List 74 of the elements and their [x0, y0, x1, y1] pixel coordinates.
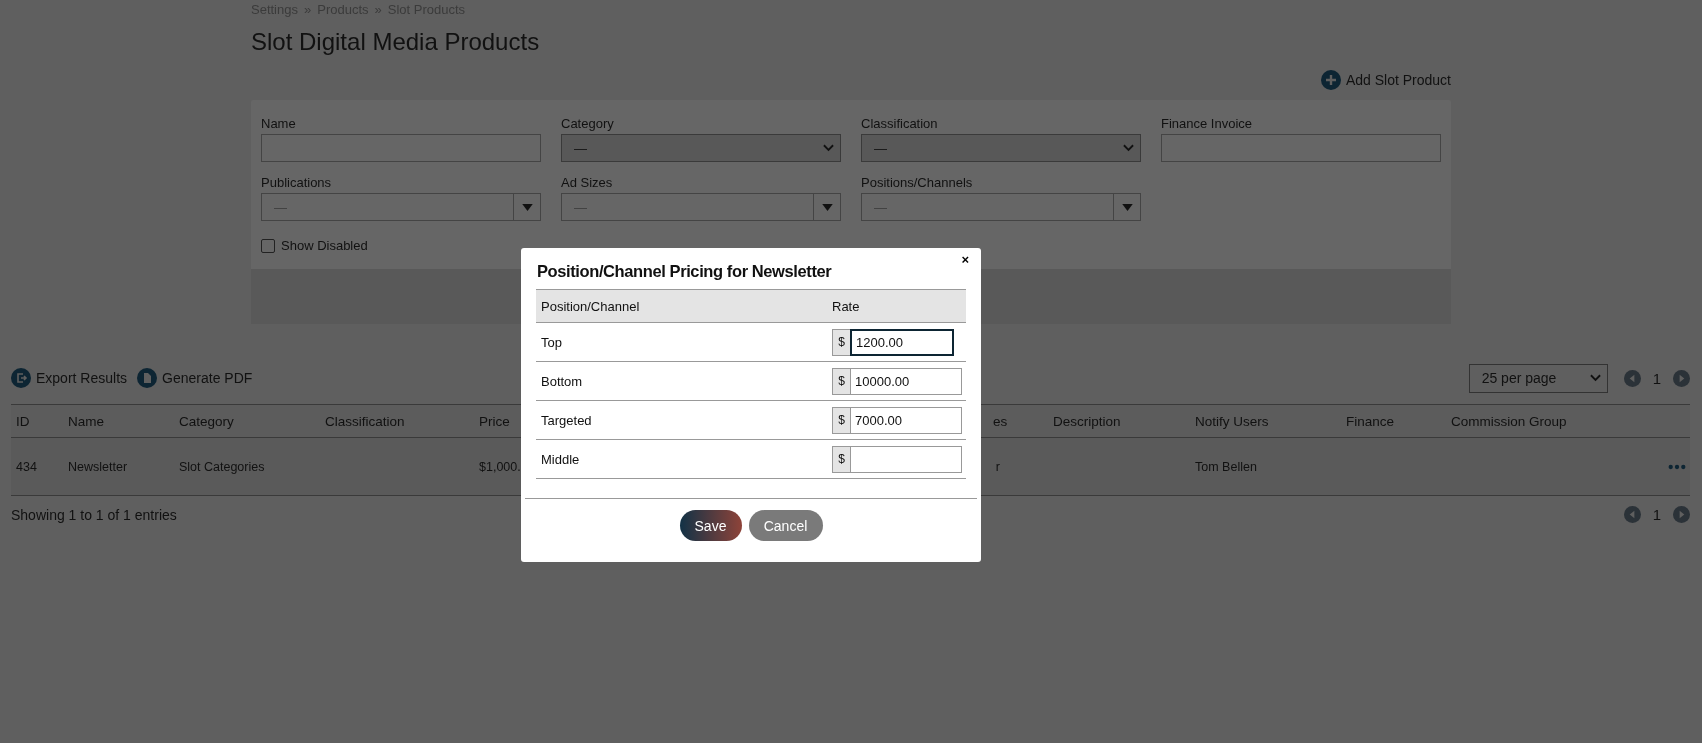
caret-icon: [1121, 203, 1133, 211]
field-label: Ad Sizes: [561, 175, 614, 190]
currency-addon: $: [832, 445, 850, 473]
field-label: Classification: [861, 116, 939, 131]
column-header: Price: [478, 413, 511, 429]
text-field[interactable]: [1161, 134, 1441, 162]
position-label: Top: [540, 334, 563, 350]
dropdown[interactable]: —: [561, 134, 841, 162]
rate-field[interactable]: 1200.00: [850, 328, 954, 356]
table-cell-text: 434: [15, 459, 38, 474]
text-field[interactable]: [261, 134, 541, 162]
export-icon: [11, 368, 31, 388]
breadcrumb-separator: »: [374, 2, 382, 18]
checkbox[interactable]: [261, 238, 275, 253]
table-cell-text: r: [994, 459, 1001, 474]
chevron-down-icon: [1589, 374, 1601, 382]
multiselect-field[interactable]: —: [561, 193, 841, 221]
column-header: es: [992, 413, 1009, 429]
per-page-dropdown[interactable]: 25 per page: [1468, 363, 1608, 393]
position-label: Targeted: [540, 412, 593, 428]
table-cell-text: Newsletter: [67, 459, 129, 474]
rate-field[interactable]: 7000.00: [850, 406, 962, 434]
column-header: Category: [178, 413, 235, 429]
field-label: Finance Invoice: [1161, 116, 1254, 131]
column-header: Position/Channel: [540, 298, 641, 314]
column-header: Rate: [831, 298, 860, 314]
page-number[interactable]: 1: [1650, 369, 1663, 387]
next-page-icon[interactable]: [1673, 506, 1690, 523]
export-results-button[interactable]: Export Results: [11, 368, 128, 388]
multiselect-field[interactable]: —: [861, 193, 1141, 221]
table-cell-text: Slot Categories: [178, 459, 266, 474]
field-label: Category: [561, 116, 615, 131]
previous-page-icon[interactable]: [1623, 506, 1641, 523]
save-button[interactable]: Save: [679, 510, 742, 541]
column-header: Name: [67, 413, 105, 429]
multiselect-field[interactable]: —: [261, 193, 541, 221]
next-page-icon[interactable]: [1673, 369, 1690, 387]
table-cell-text: $1,000.: [478, 459, 520, 474]
caret-icon: [521, 203, 533, 211]
column-header: Classification: [324, 413, 406, 429]
more-options-icon[interactable]: [1668, 463, 1686, 470]
previous-page-icon[interactable]: [1623, 369, 1641, 387]
document-icon: [137, 368, 158, 388]
position-label: Bottom: [540, 373, 584, 389]
chevron-down-icon: [823, 144, 834, 152]
breadcrumb-separator: »: [304, 2, 312, 18]
generate-pdf-button[interactable]: Generate PDF: [137, 368, 253, 388]
position-label: Middle: [540, 451, 581, 467]
plus-circle-icon: [1320, 70, 1341, 90]
page-title: Slot Digital Media Products: [251, 28, 541, 56]
column-header: Commission Group: [1450, 413, 1568, 429]
rate-field[interactable]: 10000.00: [850, 367, 962, 395]
entries-info: Showing 1 to 1 of 1 entries: [11, 506, 177, 523]
column-header: Notify Users: [1194, 413, 1270, 429]
checkbox-label: Show Disabled: [281, 238, 368, 253]
add-slot-product-button[interactable]: Add Slot Product: [1320, 70, 1451, 90]
chevron-down-icon: [1123, 144, 1134, 152]
currency-addon: $: [832, 328, 850, 356]
column-header: Description: [1052, 413, 1122, 429]
rate-field[interactable]: [850, 445, 962, 473]
column-header: Finance: [1345, 413, 1396, 429]
cancel-button[interactable]: Cancel: [748, 510, 823, 541]
dialog-title: Position/Channel Pricing for Newsletter: [537, 262, 833, 281]
caret-icon: [821, 203, 833, 211]
field-label: Positions/Channels: [861, 175, 974, 190]
field-label: Name: [261, 116, 297, 131]
dropdown[interactable]: —: [861, 134, 1141, 162]
page-number[interactable]: 1: [1650, 506, 1663, 523]
currency-addon: $: [832, 367, 850, 395]
table-cell-text: Tom Bellen: [1194, 459, 1258, 474]
close-button[interactable]: ×: [959, 252, 971, 267]
column-header: ID: [15, 413, 31, 429]
field-label: Publications: [261, 175, 333, 190]
currency-addon: $: [832, 406, 850, 434]
